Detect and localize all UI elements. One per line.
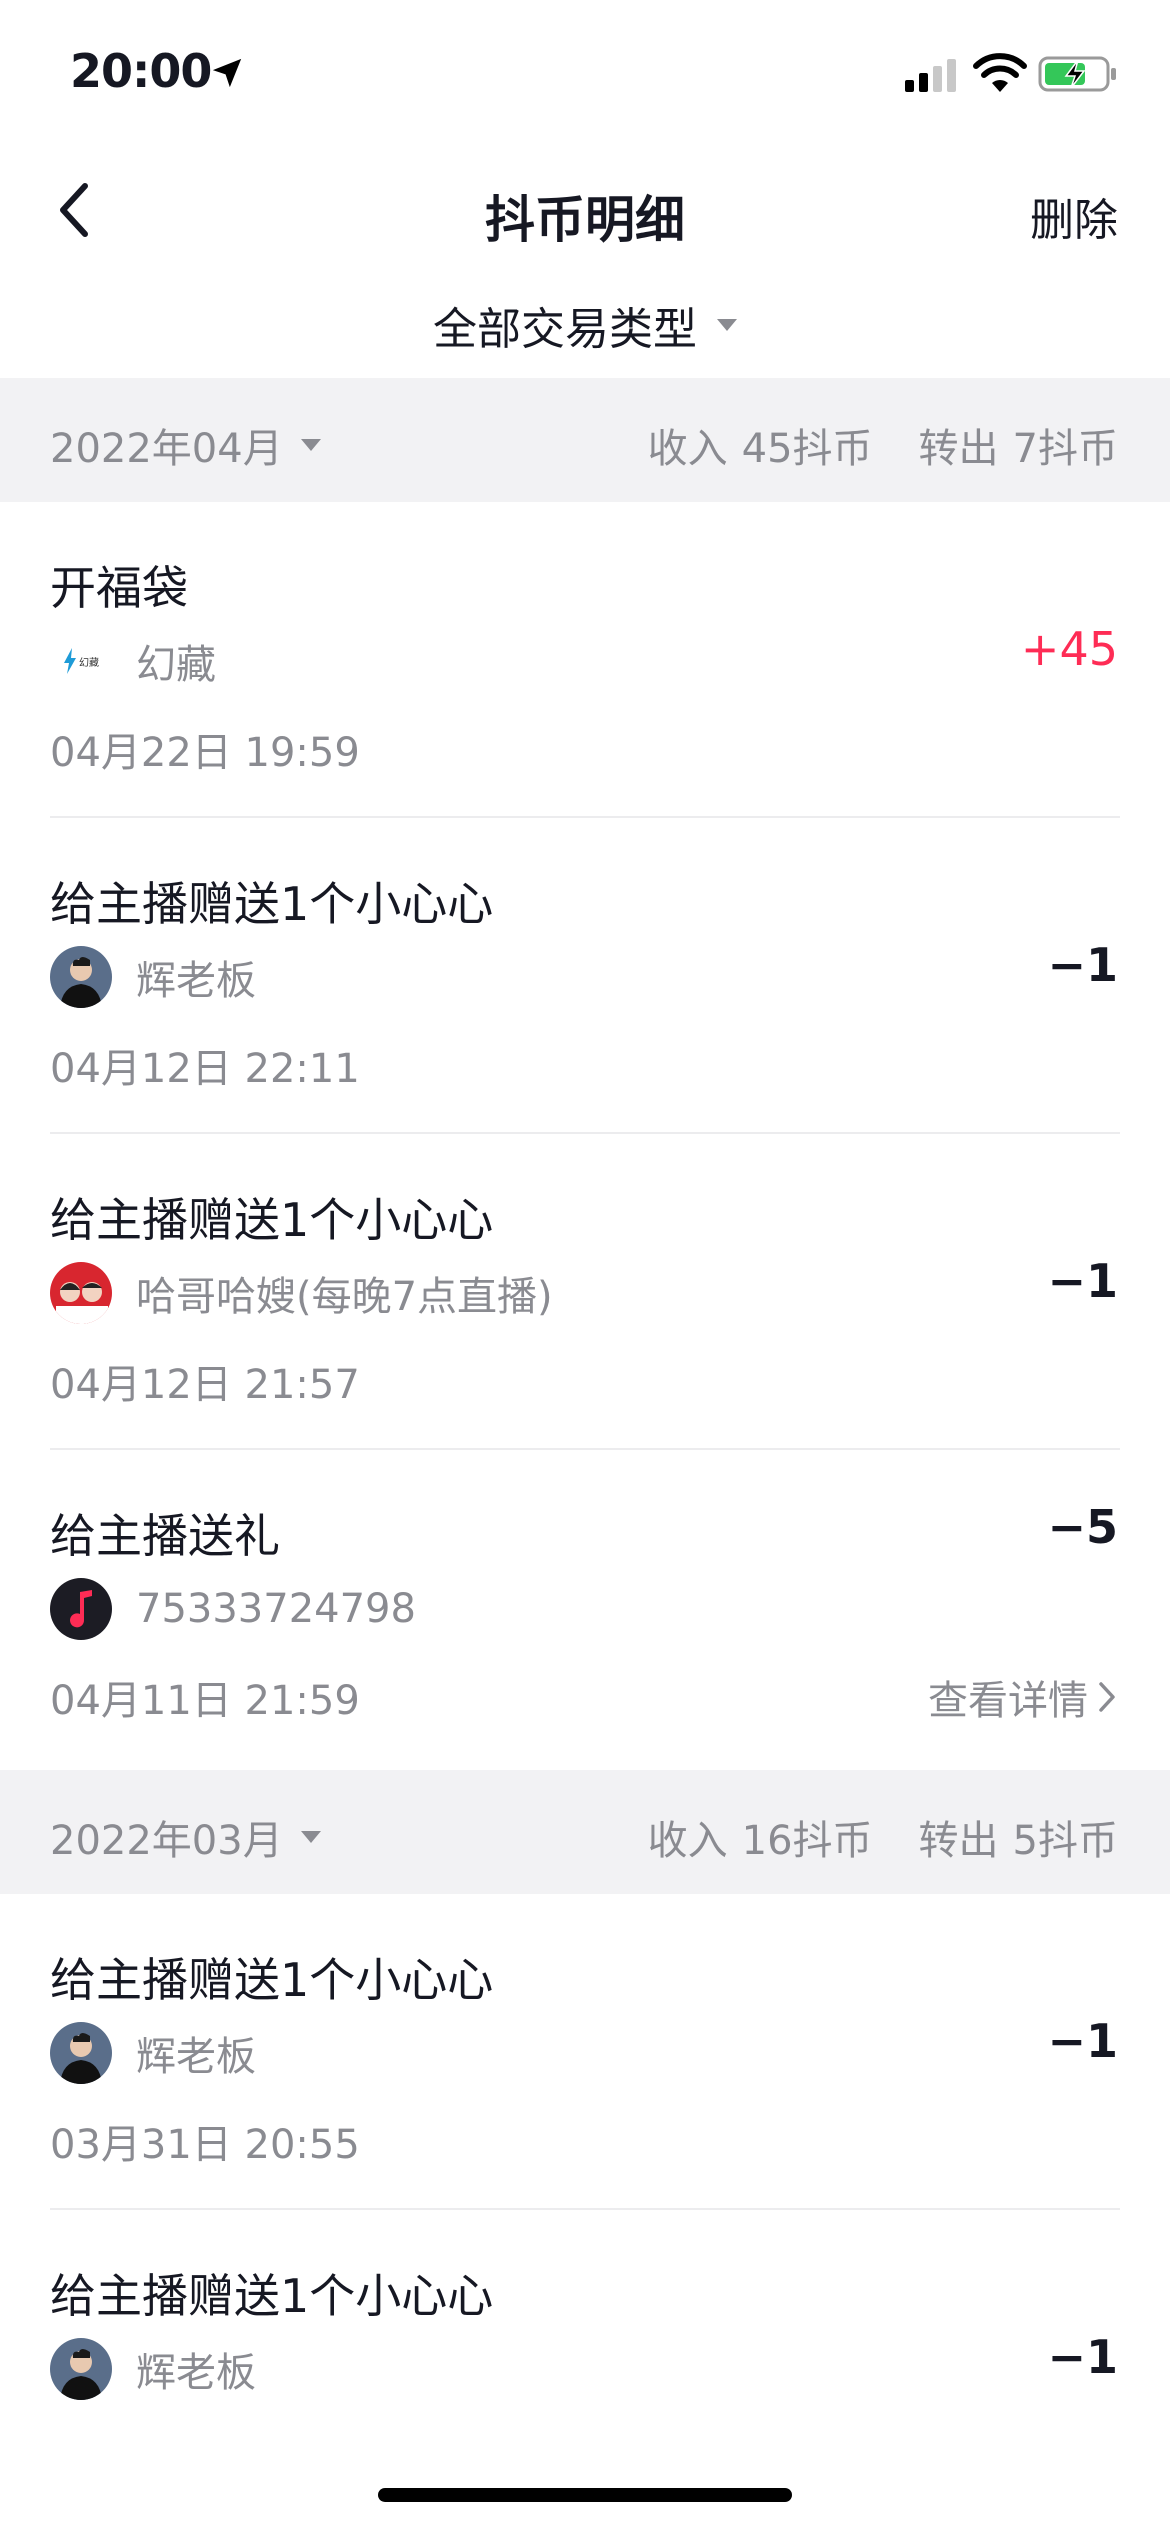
month-header: 2022年03月 收入 16抖币 转出 5抖币	[0, 1770, 1170, 1894]
month-label: 2022年04月	[50, 426, 283, 472]
wifi-icon	[973, 53, 1027, 92]
month-summary: 收入 16抖币 转出 5抖币	[648, 1808, 1118, 1866]
transaction-time: 04月11日 21:59	[50, 1678, 360, 1724]
status-bar: 20:00	[0, 0, 1170, 150]
avatar-brand-text: 幻藏	[79, 657, 99, 669]
avatar	[50, 946, 112, 1008]
income-value: 16抖币	[741, 1818, 873, 1864]
cellular-signal-icon	[905, 59, 956, 92]
month-header: 2022年04月 收入 45抖币 转出 7抖币	[0, 378, 1170, 502]
transaction-amount: −5	[1047, 1500, 1118, 1554]
transaction-time: 04月22日 19:59	[50, 730, 360, 776]
transaction-item[interactable]: 给主播赠送1个小心心 哈哥哈嫂(每晚7点直播) 04月12日 21:57 −1	[0, 1134, 1170, 1450]
caret-down-icon	[717, 319, 737, 331]
transaction-time: 03月31日 20:55	[50, 2122, 360, 2168]
transaction-title: 给主播赠送1个小心心	[50, 877, 494, 931]
transaction-item[interactable]: 给主播赠送1个小心心 辉老板 03月31日 20:55 −1	[0, 1894, 1170, 2210]
avatar: 幻藏	[50, 630, 112, 692]
location-arrow-icon	[212, 58, 242, 88]
transaction-amount: −1	[1047, 2014, 1118, 2068]
transaction-user: 辉老板	[136, 958, 256, 1004]
transaction-item[interactable]: 开福袋 幻藏 幻藏 04月22日 19:59 +45	[0, 502, 1170, 818]
transaction-amount: +45	[1020, 622, 1118, 676]
month-picker[interactable]: 2022年03月	[50, 1808, 321, 1866]
transaction-time: 04月12日 21:57	[50, 1362, 360, 1408]
caret-down-icon	[300, 439, 321, 451]
page-title: 抖币明细	[485, 191, 685, 249]
avatar	[50, 2338, 112, 2400]
out-value: 5抖币	[1012, 1818, 1118, 1864]
transaction-title: 给主播赠送1个小心心	[50, 1193, 494, 1247]
nav-bar: 抖币明细 删除	[0, 150, 1170, 270]
avatar	[50, 2022, 112, 2084]
status-time: 20:00	[70, 44, 212, 98]
transaction-amount: −1	[1047, 2330, 1118, 2384]
transaction-title: 给主播赠送1个小心心	[50, 1953, 494, 2007]
month-summary: 收入 45抖币 转出 7抖币	[648, 416, 1118, 474]
transaction-user: 辉老板	[136, 2034, 256, 2080]
lightning-icon	[64, 648, 76, 674]
transaction-time: 04月12日 22:11	[50, 1046, 360, 1092]
transaction-user: 75333724798	[136, 1586, 416, 1632]
chevron-right-icon	[1099, 1682, 1115, 1712]
avatar	[50, 1262, 112, 1324]
income-label: 收入	[647, 1818, 728, 1864]
transaction-amount: −1	[1047, 1254, 1118, 1308]
transaction-amount: −1	[1047, 938, 1118, 992]
transaction-item[interactable]: 给主播赠送1个小心心 辉老板 04月12日 22:11 −1	[0, 818, 1170, 1134]
transaction-title: 给主播送礼	[50, 1509, 280, 1563]
month-label: 2022年03月	[50, 1818, 283, 1864]
home-indicator[interactable]	[378, 2488, 792, 2502]
view-details-label: 查看详情	[928, 1678, 1088, 1724]
transaction-user: 幻藏	[136, 642, 216, 688]
transaction-item[interactable]: 给主播赠送1个小心心 辉老板 −1	[0, 2210, 1170, 2470]
income-value: 45抖币	[741, 426, 873, 472]
filter-label: 全部交易类型	[433, 304, 697, 355]
caret-down-icon	[300, 1831, 321, 1843]
out-label: 转出	[918, 1818, 999, 1864]
battery-charging-icon	[1038, 56, 1116, 92]
transaction-type-filter[interactable]: 全部交易类型	[0, 290, 1170, 360]
month-picker[interactable]: 2022年04月	[50, 416, 321, 474]
transaction-user: 哈哥哈嫂(每晚7点直播)	[136, 1274, 553, 1320]
out-value: 7抖币	[1012, 426, 1118, 472]
transaction-user: 辉老板	[136, 2350, 256, 2396]
avatar	[50, 1578, 112, 1640]
delete-button[interactable]: 删除	[1030, 184, 1118, 248]
view-details-link[interactable]: 查看详情	[928, 1668, 1118, 1726]
transaction-item[interactable]: 给主播送礼 75333724798 04月11日 21:59 −5 查看详情	[0, 1450, 1170, 1766]
income-label: 收入	[647, 426, 728, 472]
out-label: 转出	[918, 426, 999, 472]
transaction-title: 给主播赠送1个小心心	[50, 2269, 494, 2323]
transaction-title: 开福袋	[50, 561, 188, 615]
